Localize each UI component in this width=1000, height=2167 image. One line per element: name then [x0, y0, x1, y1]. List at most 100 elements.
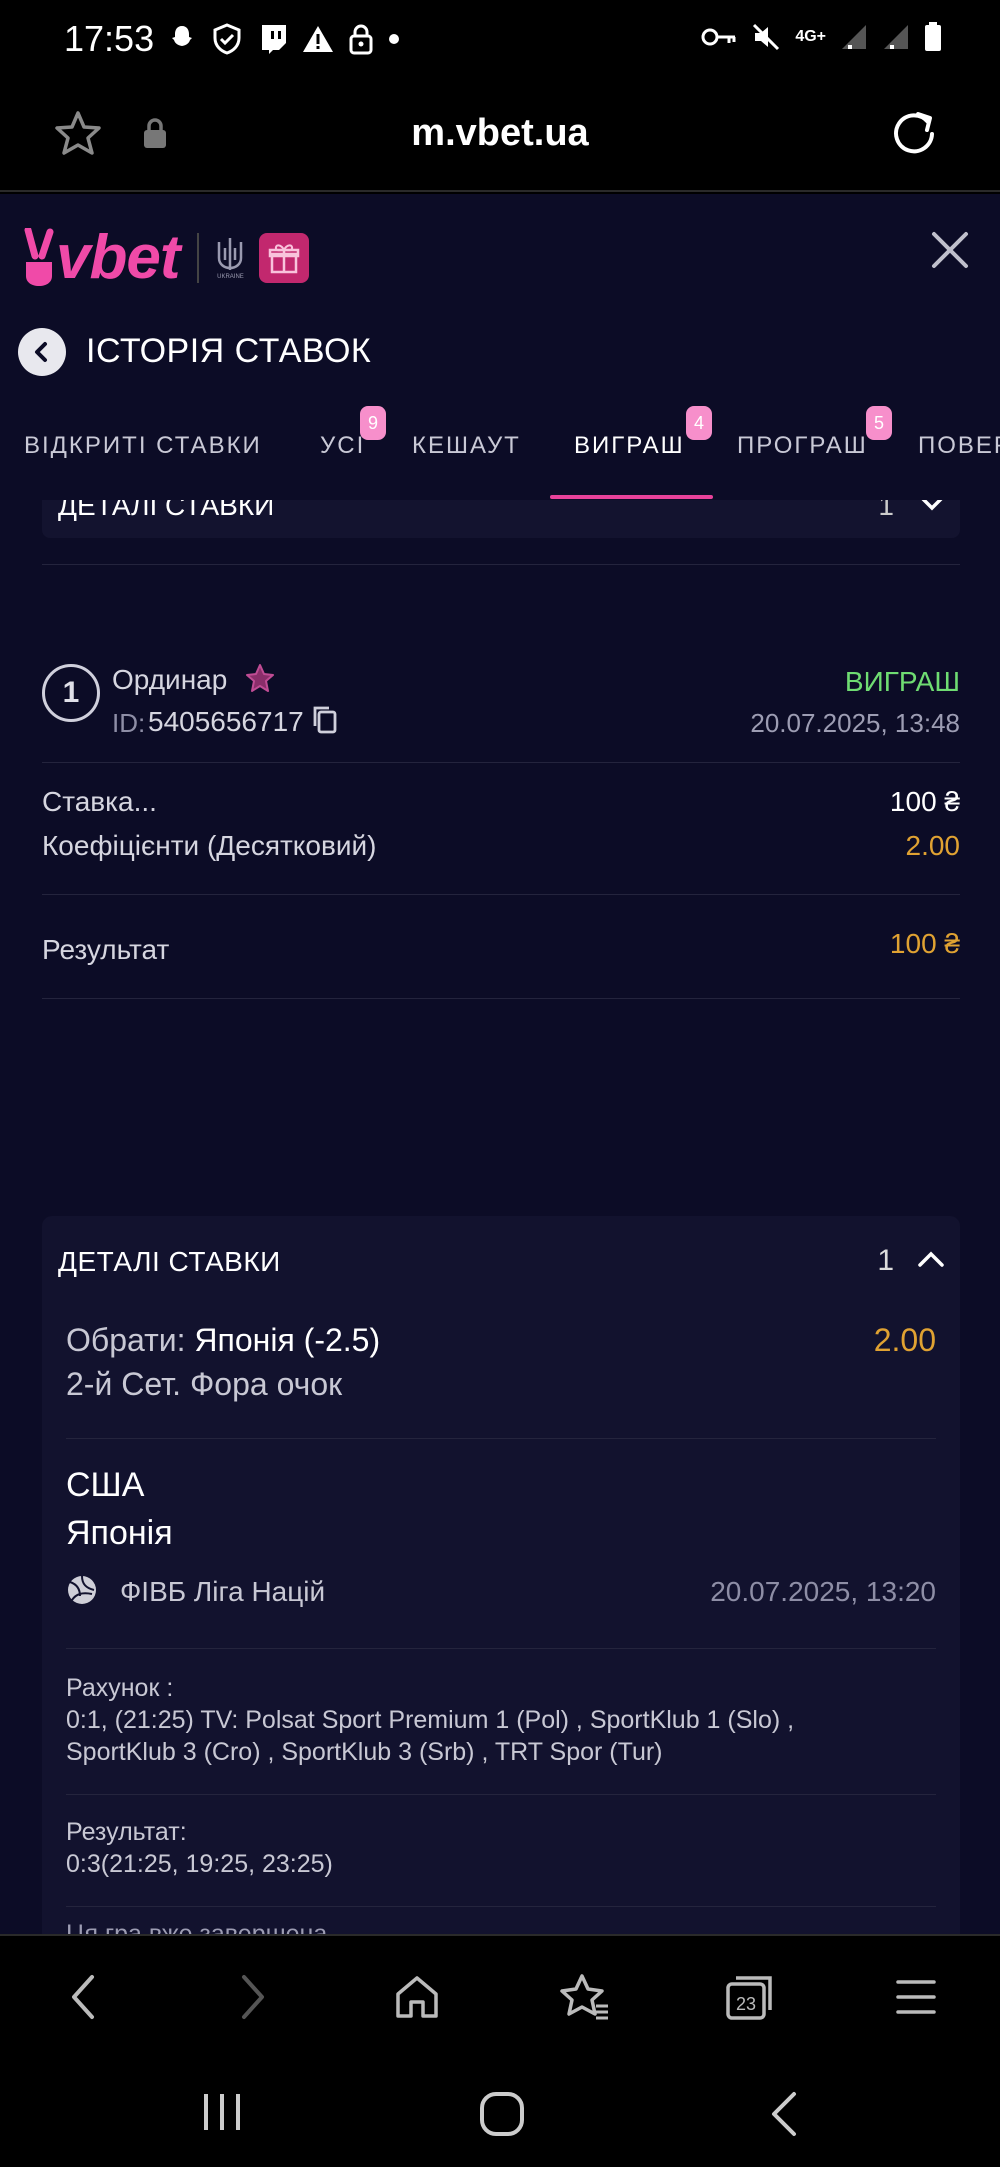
copy-icon[interactable] — [310, 704, 340, 736]
recent-apps-icon[interactable] — [200, 2090, 244, 2134]
odds-value: 2.00 — [905, 830, 961, 861]
trident-icon — [218, 237, 243, 270]
title-row: ІСТОРІЯ СТАВОК — [0, 312, 1000, 392]
bet-details-panel: ДЕТАЛІ СТАВКИ 1 Обрати: Японія (-2.5) 2.… — [42, 1216, 960, 1934]
svg-text:23: 23 — [736, 1994, 756, 2014]
chevron-left-icon — [35, 342, 47, 362]
gift-icon — [269, 243, 300, 273]
match-date: 20.07.2025, 13:20 — [710, 1576, 936, 1607]
selection: Обрати: Японія (-2.5) — [66, 1322, 380, 1359]
reload-icon[interactable] — [888, 108, 940, 160]
tab-cashout[interactable]: КЕШАУТ — [412, 432, 521, 460]
system-back-icon[interactable] — [766, 2090, 802, 2138]
match-result-value: 0:3(21:25, 19:25, 23:25) — [66, 1850, 333, 1878]
menu-icon[interactable] — [894, 1972, 938, 2022]
network-type: 4G+ — [795, 28, 826, 45]
volleyball-icon — [68, 1575, 96, 1604]
badge-all: 9 — [360, 406, 386, 440]
shield-check-icon — [213, 23, 241, 55]
status-time: 17:53 — [64, 18, 155, 59]
favorite-star-icon[interactable] — [244, 662, 276, 694]
score-line-2: SportKlub 3 (Cro) , SportKlub 3 (Srb) , … — [66, 1738, 663, 1766]
team-home: США — [66, 1466, 145, 1504]
ukraine-trident-emblem: UKRAINE — [215, 236, 245, 280]
result-value: 100 ₴ — [889, 928, 960, 959]
key-icon — [701, 28, 736, 46]
lock-status-icon — [349, 24, 373, 55]
browser-bottom-nav: 23 — [0, 1934, 1000, 2054]
bet-date: 20.07.2025, 13:48 — [750, 708, 960, 738]
bet-history-tabs: ВІДКРИТІ СТАВКИ УСІ 9 КЕШАУТ ВИГРАШ 4 ПР… — [0, 392, 1000, 500]
home-icon[interactable] — [392, 1972, 442, 2022]
previous-bet-details[interactable]: ДЕТАЛІ СТАВКИ 1 — [42, 500, 960, 538]
back-button[interactable] — [18, 328, 66, 376]
tab-open-bets[interactable]: ВІДКРИТІ СТАВКИ — [24, 432, 262, 460]
app-header: vbet UKRAINE — [0, 194, 1000, 312]
score-label: Рахунок : — [66, 1674, 174, 1702]
selection-label: Обрати: — [66, 1322, 195, 1358]
chevron-up-icon[interactable] — [916, 1248, 946, 1270]
system-status-icons: 4G+ — [701, 22, 942, 52]
close-icon[interactable] — [930, 230, 970, 270]
mute-icon — [753, 23, 780, 51]
notification-icons — [168, 22, 400, 56]
divider — [66, 1648, 936, 1649]
team-away: Японія — [66, 1514, 173, 1552]
selection-odds: 2.00 — [873, 1322, 936, 1358]
badge-lost: 5 — [866, 406, 892, 440]
active-tab-indicator — [550, 495, 713, 499]
browser-address-bar: m.vbet.ua — [0, 80, 1000, 192]
status-bar: 17:53 4G+ — [0, 0, 1000, 80]
dot-icon — [389, 34, 399, 44]
gift-button[interactable] — [259, 232, 310, 283]
logo-text: vbet — [56, 223, 180, 292]
page-title: ІСТОРІЯ СТАВОК — [86, 332, 372, 370]
divider — [66, 1906, 936, 1907]
warning-icon — [303, 26, 333, 52]
home-button-icon[interactable] — [478, 2090, 526, 2138]
forward-arrow-icon[interactable] — [232, 1972, 272, 2022]
signal-icon-2 — [884, 25, 908, 49]
details-label[interactable]: ДЕТАЛІ СТАВКИ — [58, 1246, 281, 1278]
tab-returned[interactable]: ПОВЕР — [918, 432, 1000, 460]
bet-count-icon: 1 — [42, 664, 100, 722]
chevron-down-icon[interactable] — [918, 500, 946, 514]
vbet-logo[interactable]: vbet UKRAINE — [22, 222, 310, 293]
divider — [42, 762, 960, 763]
result-label: Результат — [42, 934, 170, 965]
app-container: vbet UKRAINE ІСТОРІЯ СТАВОК ВІДКРИТІ СТА… — [0, 194, 1000, 1934]
logo-sub: UKRAINE — [217, 273, 244, 280]
logo-divider — [197, 232, 200, 283]
details-count: 1 — [877, 1244, 894, 1277]
system-navigation-bar — [0, 2054, 1000, 2167]
bet-status: ВИГРАШ — [844, 666, 960, 697]
tab-lost[interactable]: ПРОГРАШ — [737, 432, 868, 460]
twitch-icon — [262, 25, 286, 54]
url-text[interactable]: m.vbet.ua — [0, 112, 1000, 155]
market-name: 2-й Сет. Фора очок — [66, 1366, 343, 1402]
divider — [66, 1794, 936, 1795]
stake-label: Ставка... — [42, 786, 157, 817]
bookmarks-icon[interactable] — [558, 1972, 612, 2022]
prev-details-count: 1 — [878, 500, 894, 521]
bet-type: Ординар — [112, 664, 228, 695]
divider — [66, 1438, 936, 1439]
tabs-icon[interactable]: 23 — [724, 1972, 776, 2022]
tab-all[interactable]: УСІ — [320, 432, 365, 460]
battery-icon — [925, 22, 941, 51]
divider — [42, 998, 960, 999]
back-arrow-icon[interactable] — [64, 1972, 104, 2022]
bet-id: 5405656717 — [148, 706, 304, 737]
badge-won: 4 — [686, 406, 712, 440]
league-name: ФІВБ Ліга Націй — [120, 1576, 326, 1607]
stake-value: 100 ₴ — [889, 786, 960, 817]
bet-list: ДЕТАЛІ СТАВКИ 1 1 Ординар ID: 5405656717… — [0, 500, 1000, 1934]
tab-won[interactable]: ВИГРАШ — [574, 432, 685, 460]
odds-label: Коефіцієнти (Десятковий) — [42, 830, 377, 861]
match-result-label: Результат: — [66, 1818, 187, 1846]
divider — [42, 564, 960, 565]
divider — [42, 894, 960, 895]
score-line-1: 0:1, (21:25) TV: Polsat Sport Premium 1 … — [66, 1706, 795, 1734]
victory-hand-icon — [24, 227, 54, 286]
prev-details-label: ДЕТАЛІ СТАВКИ — [58, 500, 275, 521]
